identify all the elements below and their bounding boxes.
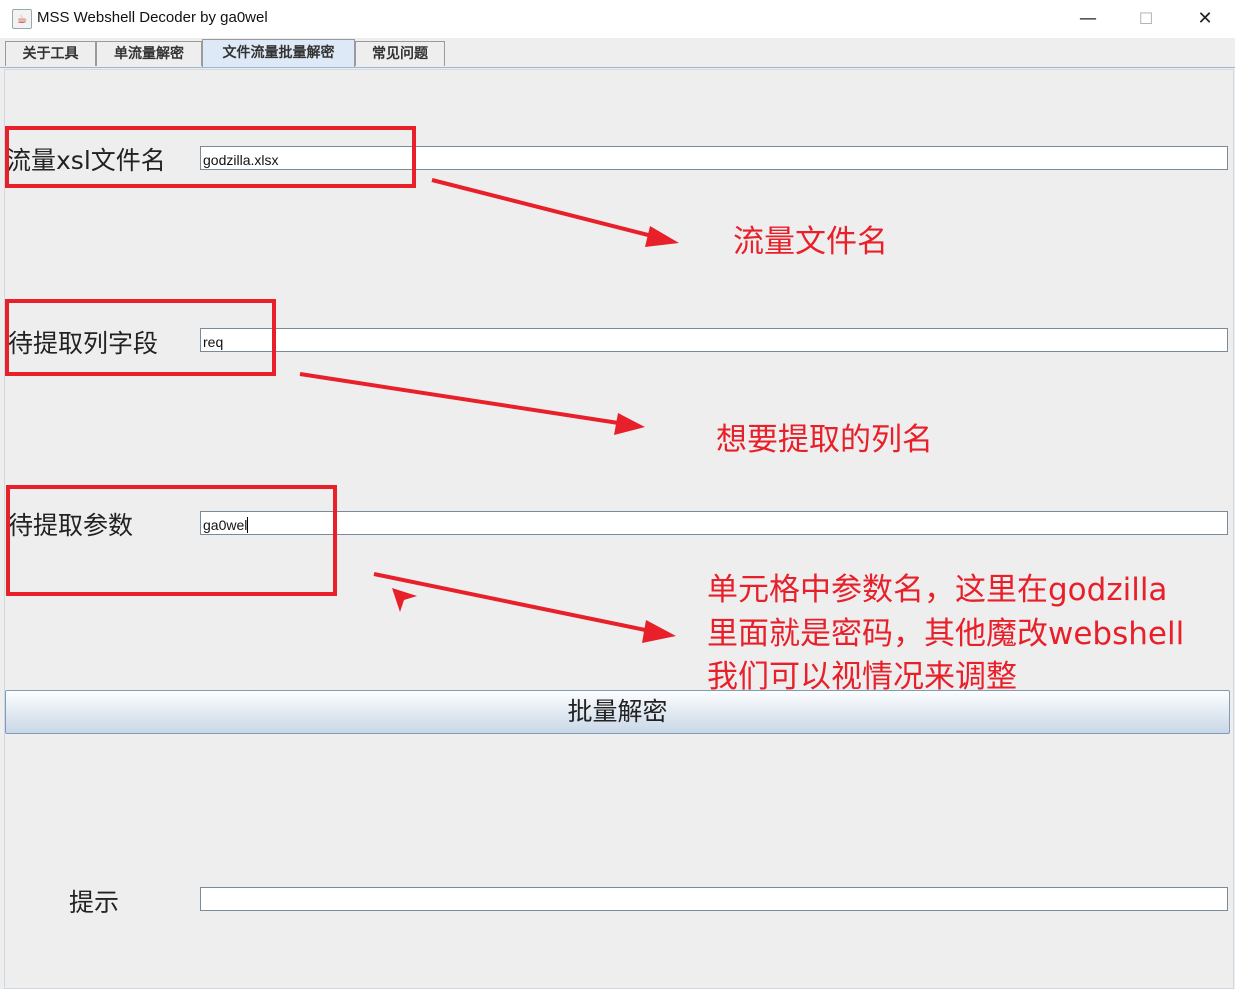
maximize-button[interactable]: ☐ bbox=[1117, 0, 1175, 38]
tab-single-decrypt[interactable]: 单流量解密 bbox=[96, 41, 202, 66]
hint-field[interactable] bbox=[200, 887, 1228, 911]
tab-faq[interactable]: 常见问题 bbox=[355, 41, 445, 66]
tab-file-batch-decrypt[interactable]: 文件流量批量解密 bbox=[202, 39, 355, 67]
note-param-line3: 我们可以视情况来调整 bbox=[707, 659, 1017, 695]
hint-label: 提示 bbox=[69, 888, 120, 917]
note-filename: 流量文件名 bbox=[733, 224, 888, 260]
column-field[interactable]: req bbox=[200, 328, 1228, 352]
annotation-box-column bbox=[5, 299, 276, 376]
java-cup-icon: ☕ bbox=[12, 9, 32, 29]
title-bar: ☕ MSS Webshell Decoder by ga0wel — ☐ ✕ bbox=[0, 0, 1235, 38]
annotation-box-filename bbox=[5, 126, 416, 188]
param-field[interactable]: ga0wel bbox=[200, 511, 1228, 535]
window-title: MSS Webshell Decoder by ga0wel bbox=[37, 9, 268, 26]
tab-strip: 关于工具 单流量解密 文件流量批量解密 常见问题 bbox=[0, 38, 1235, 68]
tab-about-tool[interactable]: 关于工具 bbox=[5, 41, 96, 66]
batch-decrypt-button[interactable]: 批量解密 bbox=[5, 690, 1230, 734]
minimize-button[interactable]: — bbox=[1059, 0, 1117, 38]
annotation-box-param bbox=[6, 485, 337, 596]
note-param-line1: 单元格中参数名，这里在godzilla bbox=[707, 572, 1168, 608]
note-column: 想要提取的列名 bbox=[716, 422, 933, 458]
close-button[interactable]: ✕ bbox=[1176, 0, 1234, 38]
note-param-line2: 里面就是密码，其他魔改webshell bbox=[707, 616, 1185, 652]
